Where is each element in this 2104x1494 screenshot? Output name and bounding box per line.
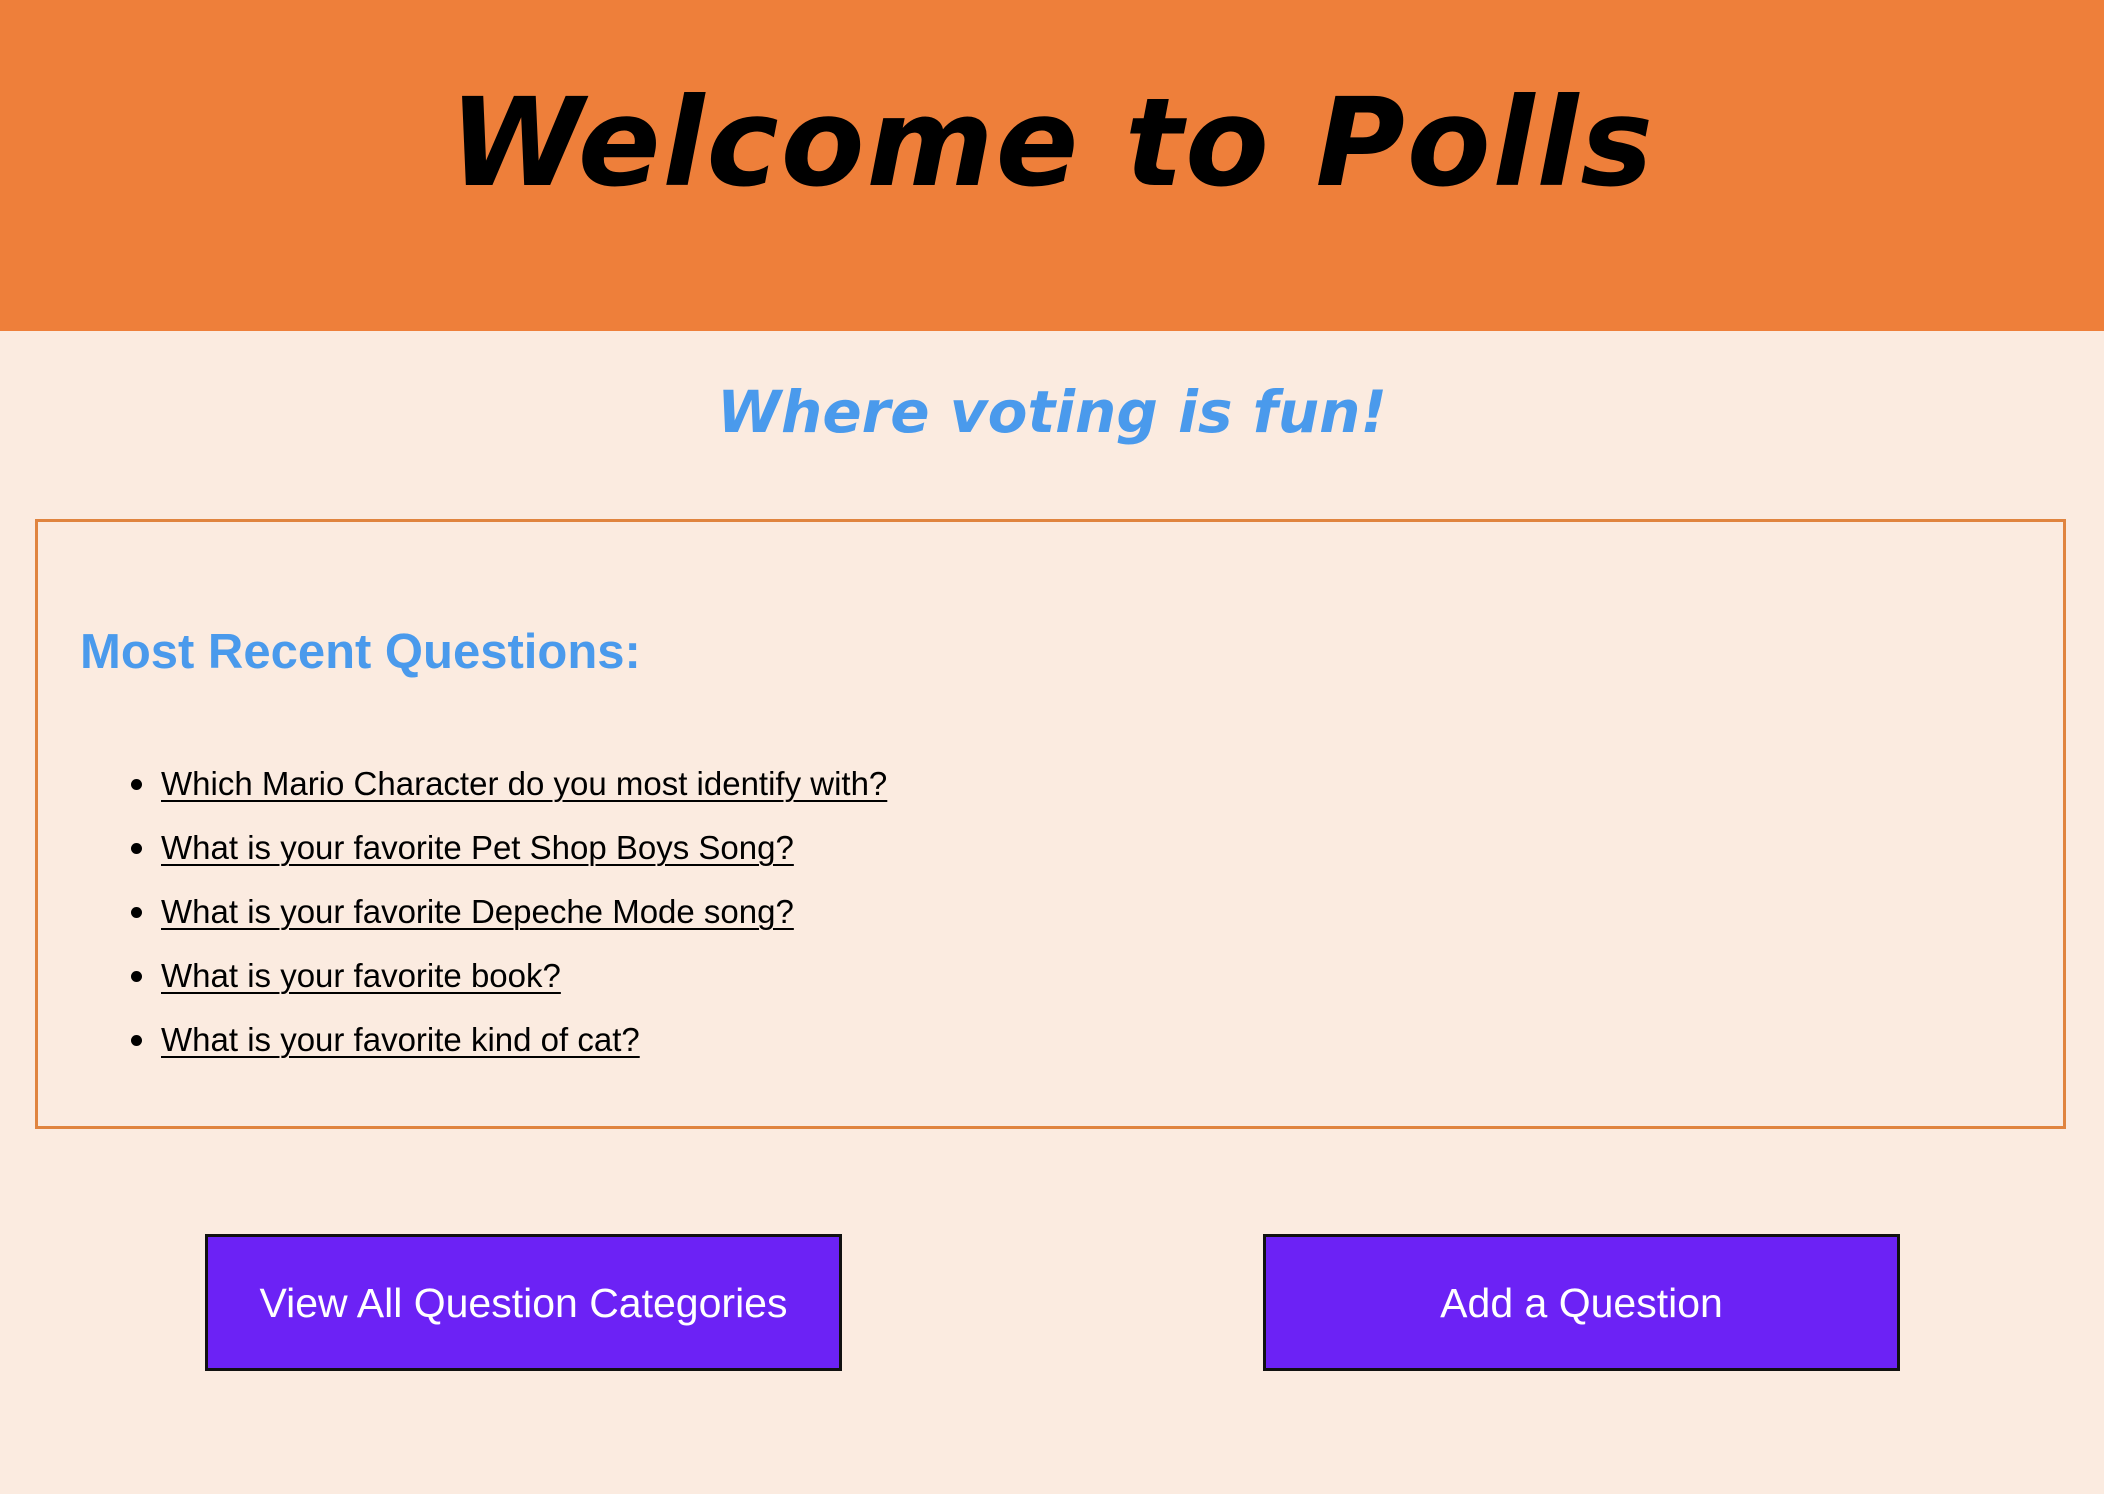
bullet-icon — [131, 779, 142, 790]
question-link-depeche-mode[interactable]: What is your favorite Depeche Mode song? — [161, 893, 794, 930]
bullet-icon — [131, 843, 142, 854]
question-link-book[interactable]: What is your favorite book? — [161, 957, 561, 994]
bullet-icon — [131, 907, 142, 918]
question-link-mario[interactable]: Which Mario Character do you most identi… — [161, 765, 887, 802]
recent-questions-panel: Most Recent Questions: Which Mario Chara… — [35, 519, 2066, 1129]
bullet-icon — [131, 971, 142, 982]
page-title: Welcome to Polls — [449, 72, 1655, 214]
question-link-cat[interactable]: What is your favorite kind of cat? — [161, 1021, 640, 1058]
question-link-pet-shop-boys[interactable]: What is your favorite Pet Shop Boys Song… — [161, 829, 794, 866]
list-item: What is your favorite book? — [38, 944, 887, 1008]
tagline: Where voting is fun! — [717, 378, 1387, 446]
add-question-button[interactable]: Add a Question — [1263, 1234, 1900, 1371]
list-item: What is your favorite kind of cat? — [38, 1008, 887, 1072]
header-banner: Welcome to Polls — [0, 0, 2104, 331]
list-item: Which Mario Character do you most identi… — [38, 752, 887, 816]
question-list: Which Mario Character do you most identi… — [38, 752, 887, 1072]
list-item: What is your favorite Depeche Mode song? — [38, 880, 887, 944]
view-categories-button[interactable]: View All Question Categories — [205, 1234, 842, 1371]
list-item: What is your favorite Pet Shop Boys Song… — [38, 816, 887, 880]
bullet-icon — [131, 1035, 142, 1046]
recent-questions-heading: Most Recent Questions: — [80, 625, 641, 679]
